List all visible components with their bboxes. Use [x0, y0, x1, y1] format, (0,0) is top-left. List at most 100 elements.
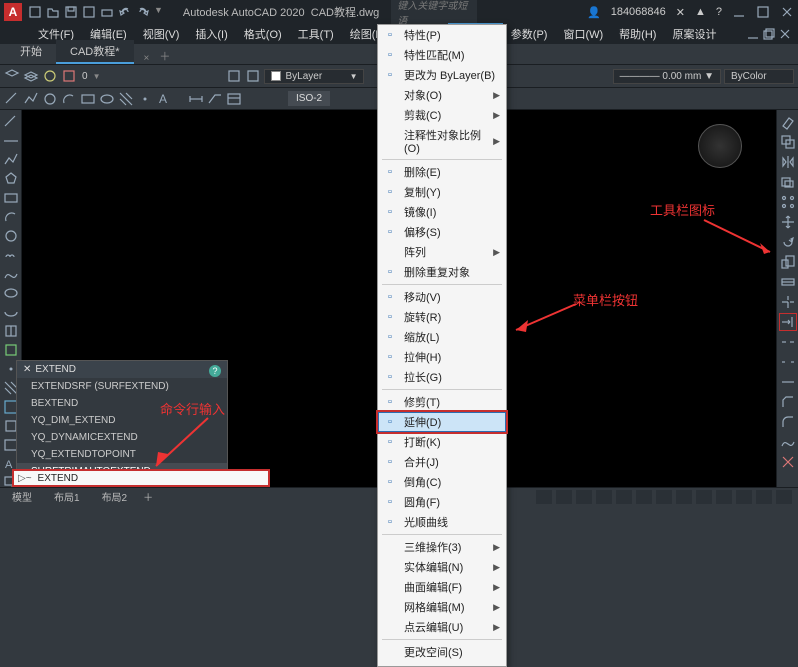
menu-item[interactable]: 曲面编辑(F)▶: [378, 577, 506, 597]
break-tool-icon[interactable]: [780, 354, 796, 370]
status-ortho-icon[interactable]: [576, 490, 592, 504]
menu-item[interactable]: 更改空间(S): [378, 642, 506, 662]
menu-item[interactable]: ▫圆角(F): [378, 492, 506, 512]
menu-item[interactable]: 阵列▶: [378, 242, 506, 262]
tab-close-icon[interactable]: ×: [140, 53, 154, 64]
erase-tool-icon[interactable]: [780, 114, 796, 130]
line-tool-icon[interactable]: [3, 114, 19, 129]
menu-item[interactable]: ▫移动(V): [378, 287, 506, 307]
menu-item[interactable]: 实体编辑(N)▶: [378, 557, 506, 577]
ribbon-tab-doc[interactable]: CAD教程*: [56, 40, 134, 64]
qat-dropdown-icon[interactable]: ▼: [154, 5, 163, 19]
copy-tool-icon[interactable]: [780, 134, 796, 150]
tab-plus-icon[interactable]: ＋: [159, 48, 170, 64]
signin-icon[interactable]: 👤: [587, 6, 601, 19]
offset-tool-icon[interactable]: [780, 174, 796, 190]
trim-tool-icon[interactable]: [780, 294, 796, 310]
linetype-dropdown[interactable]: ISO-2: [288, 91, 330, 106]
revcloud-tool-icon[interactable]: [3, 247, 19, 262]
close-icon[interactable]: [780, 5, 794, 19]
menu-item[interactable]: ▫延伸(D): [378, 412, 506, 432]
status-snap-icon[interactable]: [556, 490, 572, 504]
layer2-icon[interactable]: [23, 68, 39, 84]
status-sc-icon[interactable]: [716, 490, 732, 504]
dim-icon[interactable]: [188, 91, 204, 107]
menu-format[interactable]: 格式(O): [236, 23, 290, 45]
status-custom-icon[interactable]: [776, 490, 792, 504]
status-ws-icon[interactable]: [756, 490, 772, 504]
menu-item[interactable]: 网格编辑(M)▶: [378, 597, 506, 617]
viewcube[interactable]: [698, 124, 742, 168]
breakpt-tool-icon[interactable]: [780, 334, 796, 350]
arc-icon[interactable]: [61, 91, 77, 107]
redo-icon[interactable]: [136, 5, 150, 19]
undo-icon[interactable]: [118, 5, 132, 19]
hatch-icon[interactable]: [118, 91, 134, 107]
status-tran-icon[interactable]: [676, 490, 692, 504]
ellipse-icon[interactable]: [99, 91, 115, 107]
menu-view[interactable]: 视图(V): [135, 23, 188, 45]
ribbon-tab-start[interactable]: 开始: [6, 40, 56, 64]
pline-icon[interactable]: [23, 91, 39, 107]
doc-minimize-icon[interactable]: [746, 27, 760, 41]
menu-item[interactable]: ▫光顺曲线: [378, 512, 506, 532]
layer4-icon[interactable]: [61, 68, 77, 84]
maximize-icon[interactable]: [756, 5, 770, 19]
menu-item[interactable]: ▫倒角(C): [378, 472, 506, 492]
help-badge-icon[interactable]: ?: [209, 365, 221, 377]
explode-tool-icon[interactable]: [780, 454, 796, 470]
menu-item[interactable]: ▫拉长(G): [378, 367, 506, 387]
layer3-icon[interactable]: [42, 68, 58, 84]
saveas-icon[interactable]: [82, 5, 96, 19]
status-polar-icon[interactable]: [596, 490, 612, 504]
array-tool-icon[interactable]: [780, 194, 796, 210]
rotate-tool-icon[interactable]: [780, 234, 796, 250]
scale-tool-icon[interactable]: [780, 254, 796, 270]
plot-icon[interactable]: [100, 5, 114, 19]
command-line-input[interactable]: ▷~ EXTEND: [12, 469, 270, 487]
menu-item[interactable]: 剪裁(C)▶: [378, 105, 506, 125]
status-grid-icon[interactable]: [536, 490, 552, 504]
spline-tool-icon[interactable]: [3, 266, 19, 281]
layout-tab-2[interactable]: 布局2: [96, 487, 134, 506]
menu-item[interactable]: ▫镜像(I): [378, 202, 506, 222]
help-icon[interactable]: ?: [716, 6, 722, 18]
status-lwt-icon[interactable]: [656, 490, 672, 504]
status-osnap-icon[interactable]: [616, 490, 632, 504]
menu-tools[interactable]: 工具(T): [290, 23, 342, 45]
text-icon[interactable]: A: [156, 91, 172, 107]
appexchange-icon[interactable]: ✕: [676, 6, 685, 19]
autocomplete-header[interactable]: ✕ EXTEND ?: [17, 361, 227, 378]
status-otrack-icon[interactable]: [636, 490, 652, 504]
move-tool-icon[interactable]: [780, 214, 796, 230]
menu-item[interactable]: 对象(O)▶: [378, 85, 506, 105]
insert-tool-icon[interactable]: [3, 323, 19, 338]
arc-tool-icon[interactable]: [3, 209, 19, 224]
menu-item[interactable]: ▫特性(P): [378, 25, 506, 45]
new-icon[interactable]: [28, 5, 42, 19]
rect-icon[interactable]: [80, 91, 96, 107]
open-icon[interactable]: [46, 5, 60, 19]
autocomplete-item[interactable]: EXTENDSRF (SURFEXTEND): [17, 378, 227, 395]
block-tool-icon[interactable]: [3, 342, 19, 357]
menu-item[interactable]: ▫缩放(L): [378, 327, 506, 347]
layer-icon[interactable]: [4, 68, 20, 84]
user-id[interactable]: 184068846: [611, 6, 666, 18]
circle-tool-icon[interactable]: [3, 228, 19, 243]
status-qprop-icon[interactable]: [696, 490, 712, 504]
point-icon[interactable]: [137, 91, 153, 107]
menu-insert[interactable]: 插入(I): [187, 23, 235, 45]
layer-chevron-icon[interactable]: ▼: [93, 72, 101, 81]
menu-item[interactable]: ▫拉伸(H): [378, 347, 506, 367]
menu-item[interactable]: ▫偏移(S): [378, 222, 506, 242]
menu-item[interactable]: 注释性对象比例(O)▶: [378, 125, 506, 157]
menu-item[interactable]: ▫打断(K): [378, 432, 506, 452]
plotcolor-dropdown[interactable]: ByColor: [724, 69, 794, 84]
doc-close-icon[interactable]: [778, 27, 792, 41]
autocomplete-item[interactable]: YQ_EXTENDTOPOINT: [17, 446, 227, 463]
tab-plus-icon[interactable]: ＋: [143, 489, 153, 504]
rect-tool-icon[interactable]: [3, 190, 19, 205]
menu-item[interactable]: ▫删除(E): [378, 162, 506, 182]
menu-item[interactable]: ▫旋转(R): [378, 307, 506, 327]
cross-icon[interactable]: ✕: [23, 364, 31, 375]
